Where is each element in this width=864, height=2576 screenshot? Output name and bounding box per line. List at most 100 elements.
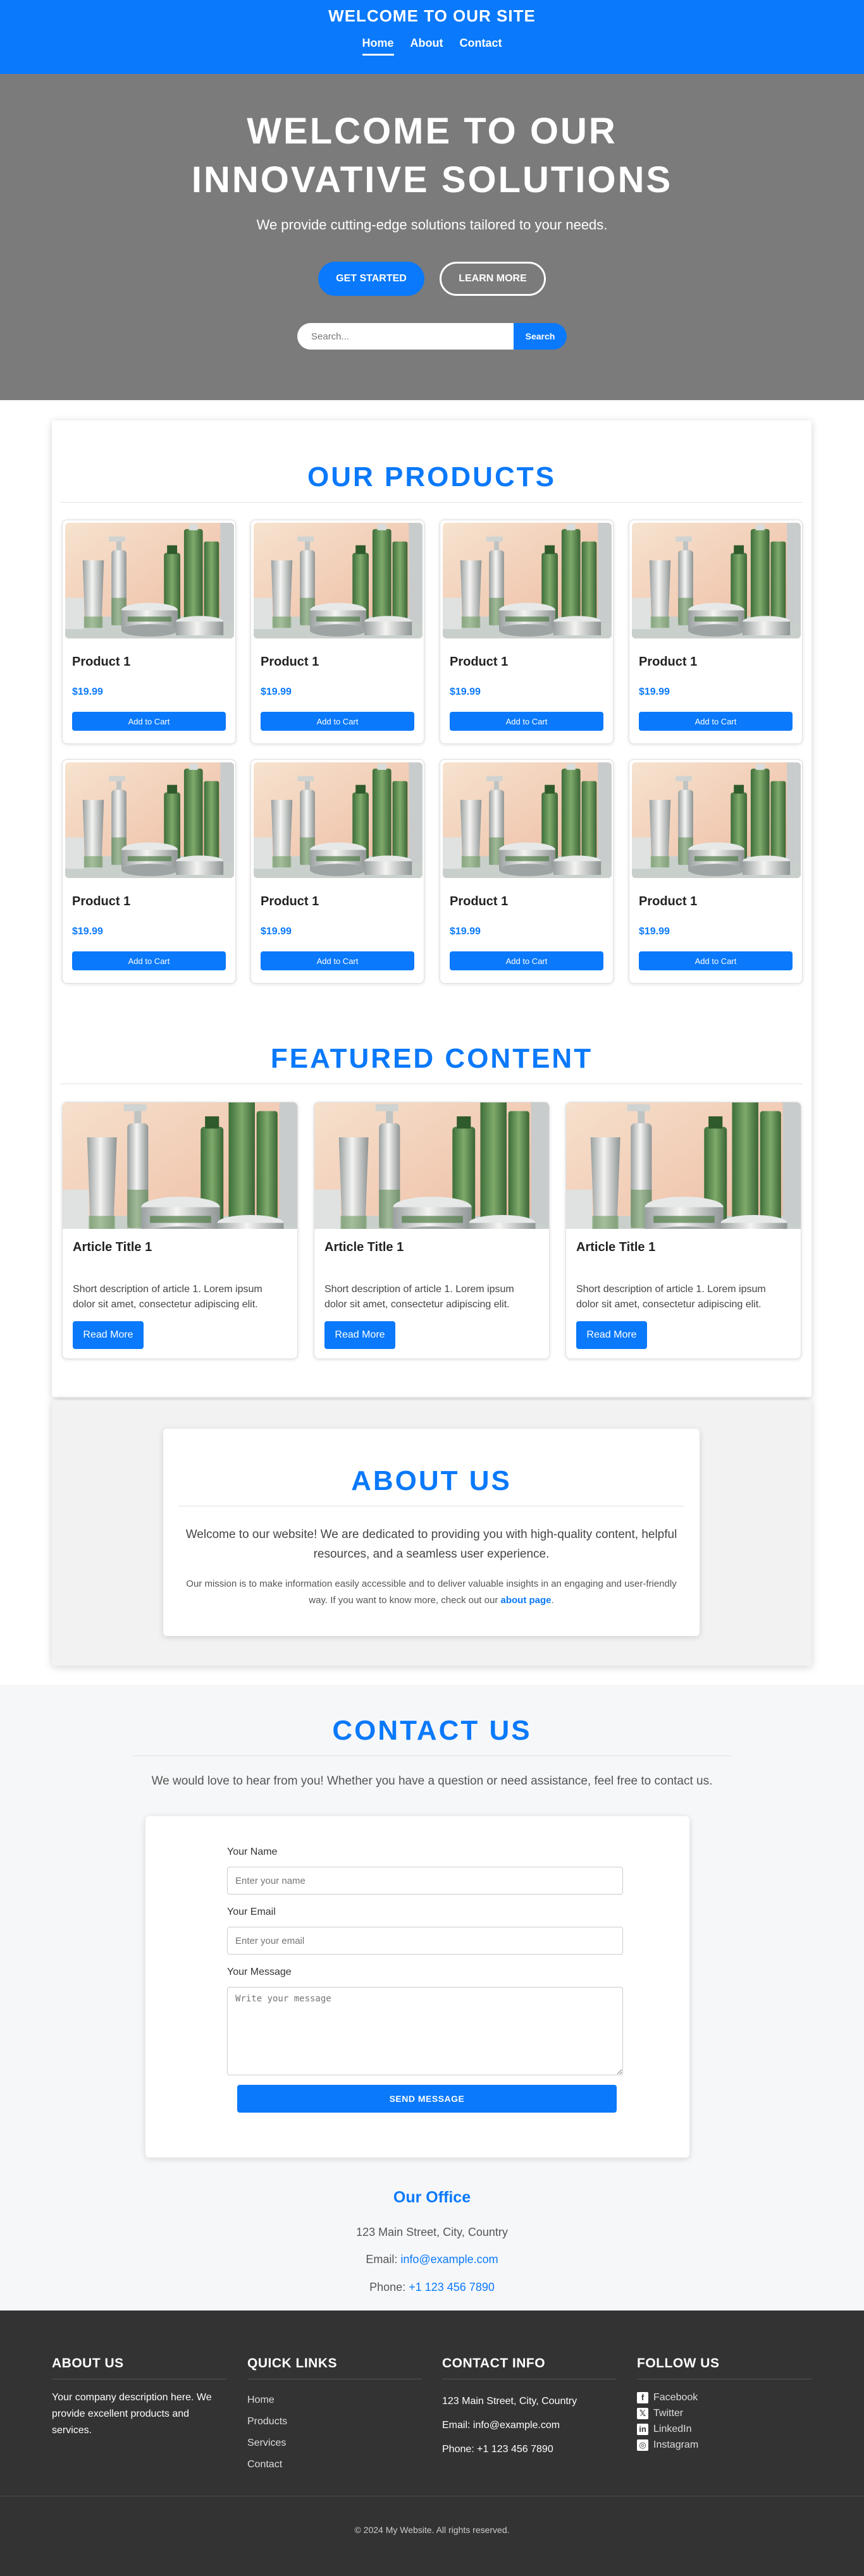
footer-quick-links: QUICK LINKS Home Products Services Conta…: [247, 2356, 422, 2475]
read-more-button[interactable]: Read More: [73, 1321, 144, 1349]
read-more-button[interactable]: Read More: [576, 1321, 647, 1349]
product-name: Product 1: [639, 894, 698, 908]
about-mission: Our mission is to make information easil…: [182, 1576, 681, 1609]
about-section: ABOUT US Welcome to our website! We are …: [52, 1400, 812, 1666]
product-name: Product 1: [72, 894, 131, 908]
product-card: Product 1 $19.99 Add to Cart: [440, 759, 614, 984]
article-image: [566, 1102, 801, 1229]
site-header: WELCOME TO OUR SITE Home About Contact: [0, 0, 864, 74]
add-to-cart-button[interactable]: Add to Cart: [450, 712, 603, 731]
article-image: [63, 1102, 298, 1229]
linkedin-icon: in: [637, 2423, 648, 2435]
product-card: Product 1 $19.99 Add to Cart: [629, 759, 803, 984]
product-image: [632, 523, 801, 638]
social-link-facebook[interactable]: f Facebook: [637, 2390, 812, 2405]
footer-link-contact[interactable]: Contact: [247, 2454, 422, 2475]
product-image: [254, 762, 423, 878]
add-to-cart-button[interactable]: Add to Cart: [72, 712, 226, 731]
article-title: Article Title 1: [576, 1240, 656, 1254]
footer-follow: FOLLOW US f Facebook 𝕏 Twitter in LinkedIn ◎ In…: [637, 2356, 812, 2453]
product-price: $19.99: [639, 687, 670, 697]
main-content-card: OUR PRODUCTS Product 1 $19.99 Add to Cart P…: [52, 420, 812, 1397]
hero-section: WELCOME TO OUR INNOVATIVE SOLUTIONS We p…: [0, 74, 864, 400]
product-name: Product 1: [72, 655, 131, 669]
contact-title: CONTACT US: [133, 1715, 731, 1756]
product-card: Product 1 $19.99 Add to Cart: [62, 759, 236, 984]
add-to-cart-button[interactable]: Add to Cart: [639, 712, 793, 731]
name-label: Your Name: [227, 1847, 278, 1857]
social-link-linkedin[interactable]: in LinkedIn: [637, 2421, 812, 2437]
product-image: [65, 762, 234, 878]
hero-subtitle: We provide cutting-edge solutions tailor…: [256, 217, 608, 233]
office-phone-link[interactable]: +1 123 456 7890: [409, 2281, 495, 2293]
product-name: Product 1: [450, 655, 509, 669]
learn-more-button[interactable]: LEARN MORE: [440, 262, 546, 296]
message-field[interactable]: [227, 1987, 623, 2075]
product-card: Product 1 $19.99 Add to Cart: [250, 759, 424, 984]
send-message-button[interactable]: SEND MESSAGE: [237, 2085, 617, 2113]
product-price: $19.99: [72, 926, 103, 937]
article-card: Article Title 1 Short description of arti…: [565, 1102, 801, 1359]
footer-link-products[interactable]: Products: [247, 2411, 422, 2433]
product-name: Product 1: [261, 894, 319, 908]
article-title: Article Title 1: [324, 1240, 404, 1254]
site-footer: ABOUT US Your company description here. …: [0, 2310, 864, 2576]
add-to-cart-button[interactable]: Add to Cart: [639, 951, 793, 970]
footer-link-home[interactable]: Home: [247, 2390, 422, 2411]
add-to-cart-button[interactable]: Add to Cart: [261, 712, 414, 731]
product-image: [254, 523, 423, 638]
facebook-icon: f: [637, 2391, 648, 2403]
about-title: ABOUT US: [178, 1465, 684, 1506]
search-input[interactable]: [297, 323, 514, 350]
social-link-twitter[interactable]: 𝕏 Twitter: [637, 2405, 812, 2421]
product-price: $19.99: [639, 926, 670, 937]
office-email-link[interactable]: info@example.com: [400, 2253, 498, 2266]
footer-email: Email: info@example.com: [442, 2420, 560, 2431]
social-label: LinkedIn: [653, 2424, 692, 2434]
products-title: OUR PRODUCTS: [61, 461, 803, 503]
about-mission-text: Our mission is to make information easil…: [186, 1578, 677, 1606]
office-email: Email: info@example.com: [0, 2253, 864, 2266]
hero-title: WELCOME TO OUR INNOVATIVE SOLUTIONS: [191, 111, 673, 200]
product-image: [632, 762, 801, 878]
footer-contact-info: CONTACT INFO 123 Main Street, City, Coun…: [442, 2356, 617, 2462]
x-twitter-icon: 𝕏: [637, 2407, 648, 2419]
article-text: Short description of article 1. Lorem ip…: [73, 1284, 262, 1310]
nav-about-link[interactable]: About: [410, 37, 443, 56]
office-phone-label: Phone:: [369, 2281, 406, 2293]
footer-contact-title: CONTACT INFO: [442, 2356, 617, 2379]
footer-about-text: Your company description here. We provid…: [52, 2392, 212, 2436]
footer-address: 123 Main Street, City, Country: [442, 2396, 577, 2407]
email-field[interactable]: [227, 1927, 623, 1955]
product-price: $19.99: [450, 687, 481, 697]
product-name: Product 1: [261, 655, 319, 669]
contact-intro: We would love to hear from you! Whether …: [151, 1774, 713, 1788]
main-nav: Home About Contact: [0, 37, 864, 56]
about-mission-end: .: [551, 1595, 554, 1606]
read-more-button[interactable]: Read More: [324, 1321, 395, 1349]
social-link-instagram[interactable]: ◎ Instagram: [637, 2437, 812, 2453]
office-address: 123 Main Street, City, Country: [356, 2226, 508, 2238]
email-label: Your Email: [227, 1907, 276, 1917]
product-card: Product 1 $19.99 Add to Cart: [440, 520, 614, 744]
article-image: [314, 1102, 550, 1229]
nav-contact-link[interactable]: Contact: [460, 37, 502, 56]
about-page-link[interactable]: about page: [501, 1595, 552, 1606]
product-card: Product 1 $19.99 Add to Cart: [629, 520, 803, 744]
name-field[interactable]: [227, 1867, 623, 1895]
featured-title: FEATURED CONTENT: [61, 1043, 803, 1084]
add-to-cart-button[interactable]: Add to Cart: [261, 951, 414, 970]
product-price: $19.99: [450, 926, 481, 937]
search-button[interactable]: Search: [514, 323, 567, 350]
get-started-button[interactable]: GET STARTED: [318, 262, 424, 296]
add-to-cart-button[interactable]: Add to Cart: [450, 951, 603, 970]
product-image: [65, 523, 234, 638]
about-card: ABOUT US Welcome to our website! We are …: [163, 1429, 700, 1636]
footer-bottom: © 2024 My Website. All rights reserved.: [0, 2496, 864, 2535]
footer-link-services[interactable]: Services: [247, 2433, 422, 2454]
copyright-text: © 2024 My Website. All rights reserved.: [354, 2525, 510, 2535]
add-to-cart-button[interactable]: Add to Cart: [72, 951, 226, 970]
product-image: [443, 523, 612, 638]
product-name: Product 1: [639, 655, 698, 669]
nav-home-link[interactable]: Home: [362, 37, 394, 56]
